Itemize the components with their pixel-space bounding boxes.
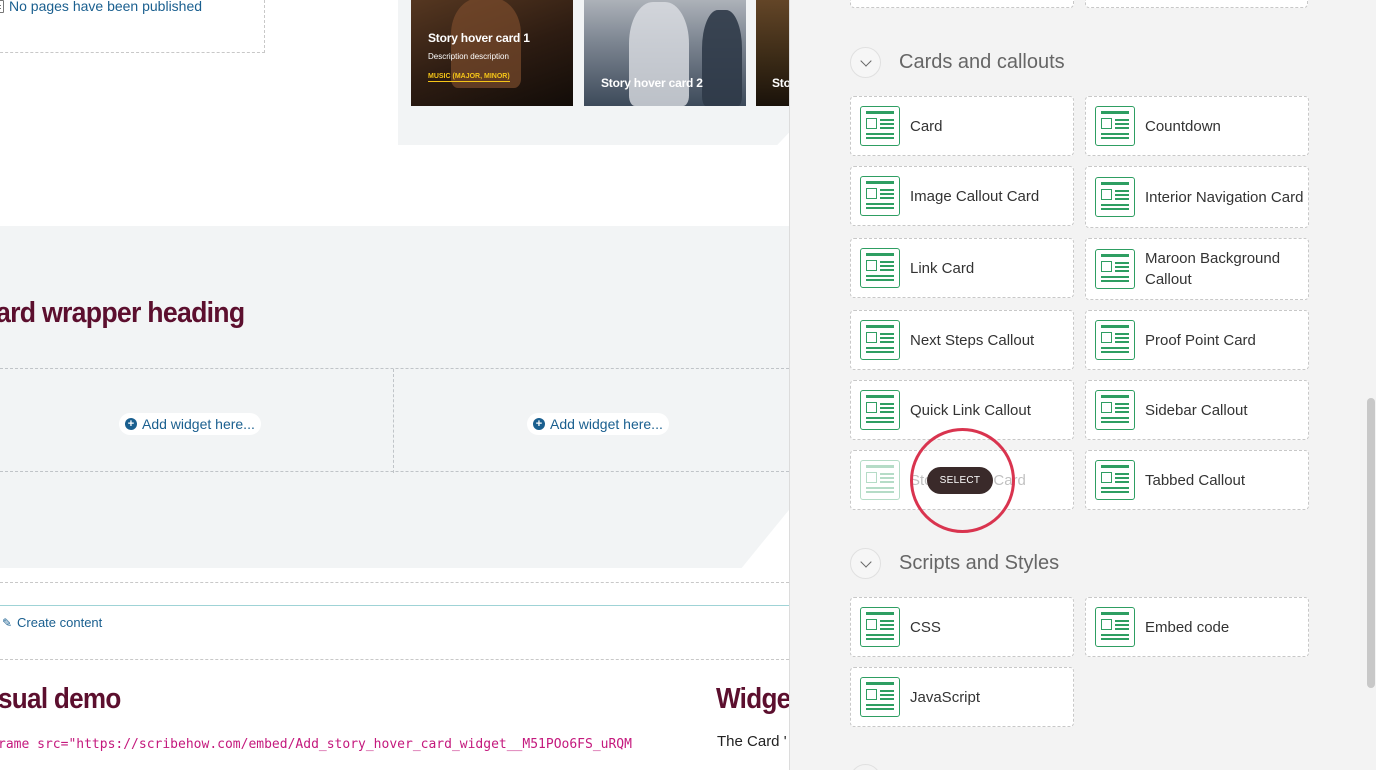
add-widget-button[interactable]: + Add widget here... [119,413,261,435]
layout-block-icon [860,320,900,360]
widget-tile-label: Maroon Background Callout [1145,250,1281,288]
widget-tile-javascript[interactable]: JavaScript [850,667,1074,727]
select-tooltip[interactable]: SELECT [927,467,993,494]
layout-block-icon [1095,249,1135,289]
story-hover-card[interactable]: Sto [756,0,789,106]
section-header-cards-and-callouts[interactable]: Cards and callouts [850,47,1065,78]
plus-circle-icon: + [125,418,137,430]
widget-tile[interactable] [850,0,1074,8]
story-hover-card[interactable]: Story hover card 1 Description descripti… [411,0,573,106]
layout-block-icon [860,106,900,146]
widget-tile-label: Tabbed Callout [1145,471,1246,489]
story-card-title: Story hover card 2 [601,76,703,90]
plus-circle-icon: + [533,418,545,430]
no-pages-region: No pages have been published [0,0,265,53]
widget-tile-label: Sidebar Callout [1145,401,1248,419]
create-content-link[interactable]: ✎ Create content [2,615,102,630]
chevron-down-icon [859,54,872,67]
collapse-toggle[interactable] [850,548,881,579]
widget-tile-label: Proof Point Card [1145,331,1256,349]
create-content-label: Create content [17,615,103,630]
widget-tile-sidebar-callout[interactable]: Sidebar Callout [1085,380,1309,440]
page-canvas: No pages have been published Story hover… [0,0,789,770]
widget-picker-panel: Cards and callouts Card Countdown Image Ca… [789,0,1376,770]
widget-tile-label: Interior Navigation Card [1145,188,1304,206]
widget-tile-label: Card [910,117,943,135]
layout-block-icon [860,460,900,500]
layout-block-icon [860,677,900,717]
widget-tile-card[interactable]: Card [850,96,1074,156]
layout-block-icon [1095,177,1135,217]
story-card-title: Story hover card 1 [428,31,530,45]
widget-region-row: + Add widget here... + Add widget here..… [0,368,789,473]
collapse-toggle[interactable] [850,47,881,78]
card-wrapper-heading: ard wrapper heading [0,297,245,329]
widget-tile-label: Link Card [910,259,975,277]
widget-tile-next-steps-callout[interactable]: Next Steps Callout [850,310,1074,370]
layout-block-icon [860,176,900,216]
column-divider [393,369,394,473]
layout-block-icon [860,390,900,430]
widget-tile-label: CSS [910,618,941,636]
widget-tile-label: Quick Link Callout [910,401,1031,419]
story-card-title: Sto [772,76,789,90]
widget-tile-countdown[interactable]: Countdown [1085,96,1309,156]
widget-tile-label: Countdown [1145,117,1221,135]
story-card-image [702,10,742,106]
widget-tile[interactable] [1085,0,1308,8]
widget-tile-proof-point-card[interactable]: Proof Point Card [1085,310,1309,370]
divider [0,582,789,583]
add-widget-label: Add widget here... [550,416,663,432]
story-card-description: Description description [428,52,509,61]
story-hover-card[interactable]: Story hover card 2 [584,0,746,106]
add-widget-button[interactable]: + Add widget here... [527,413,669,435]
divider [0,659,789,660]
widget-tile-interior-navigation-card[interactable]: Interior Navigation Card [1085,166,1309,228]
section-header-scripts-and-styles[interactable]: Scripts and Styles [850,548,1059,579]
document-icon [0,0,4,13]
section-title: Cards and callouts [899,51,1065,73]
widget-tile-tabbed-callout[interactable]: Tabbed Callout [1085,450,1309,510]
layout-block-icon [1095,106,1135,146]
layout-block-icon [1095,607,1135,647]
divider [0,605,789,606]
scrollbar-track[interactable] [1366,0,1376,770]
widget-tile-image-callout-card[interactable]: Image Callout Card [850,166,1074,226]
story-cards-wrapper: Story hover card 1 Description descripti… [398,0,789,145]
layout-block-icon [1095,320,1135,360]
story-card-tag[interactable]: MUSIC (MAJOR, MINOR) [428,73,510,82]
widget-tile-label: JavaScript [910,688,981,706]
iframe-embed-code: rame src="https://scribehow.com/embed/Ad… [0,737,632,752]
widget-tile-maroon-background-callout[interactable]: Maroon Background Callout [1085,238,1309,300]
chevron-down-icon [859,555,872,568]
story-card-image [629,2,689,106]
widget-tile-label: Next Steps Callout [910,331,1035,349]
collapse-toggle[interactable] [850,764,881,770]
widget-tile-label: Embed code [1145,618,1230,636]
visual-demo-heading: sual demo [0,683,121,715]
widget-tile-link-card[interactable]: Link Card [850,238,1074,298]
widget-tile-css[interactable]: CSS [850,597,1074,657]
card-description-text: The Card ' [717,733,787,750]
layout-block-icon [1095,460,1135,500]
no-pages-text: No pages have been published [9,0,203,14]
section-title: Scripts and Styles [899,552,1060,574]
pencil-icon: ✎ [2,615,13,630]
widget-tile-embed-code[interactable]: Embed code [1085,597,1309,657]
layout-block-icon [1095,390,1135,430]
scrollbar-thumb[interactable] [1367,398,1375,688]
layout-block-icon [860,607,900,647]
widget-heading: Widge [716,683,789,715]
add-widget-label: Add widget here... [142,416,255,432]
card-wrapper-section: ard wrapper heading + Add widget here...… [0,226,789,568]
no-pages-message: No pages have been published [0,0,202,14]
widget-tile-label: Image Callout Card [910,187,1040,205]
layout-block-icon [860,248,900,288]
